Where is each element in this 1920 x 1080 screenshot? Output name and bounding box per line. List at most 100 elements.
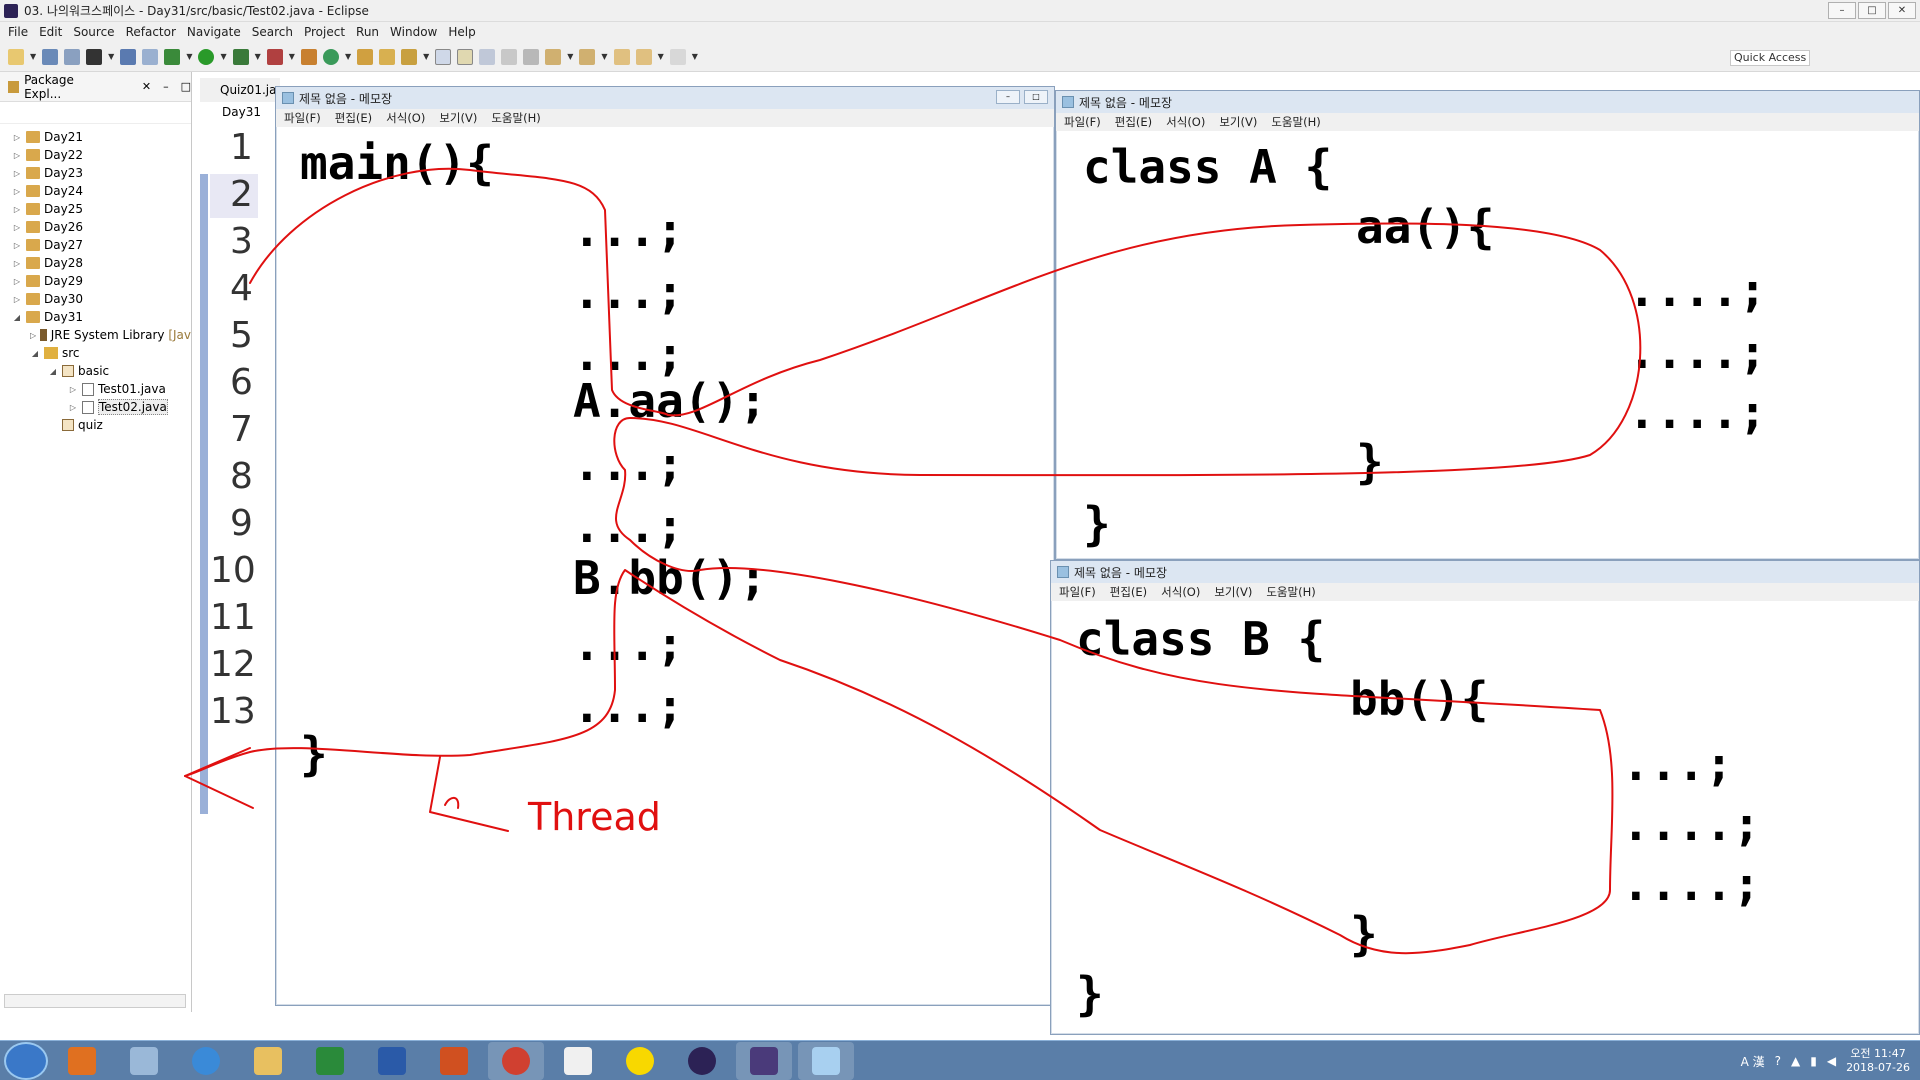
taskbar-notepad[interactable]: [798, 1041, 854, 1080]
last-edit-icon[interactable]: [613, 48, 630, 65]
chevron-down-icon[interactable]: ▼: [567, 52, 573, 61]
menu-help[interactable]: 도움말(H): [1266, 584, 1315, 600]
chevron-down-icon[interactable]: ▼: [423, 52, 429, 61]
menu-edit[interactable]: 편집(E): [1115, 114, 1152, 130]
expand-icon[interactable]: ▷: [30, 331, 36, 340]
chevron-down-icon[interactable]: ▼: [692, 52, 698, 61]
menu-file[interactable]: File: [8, 25, 28, 39]
chevron-down-icon[interactable]: ▼: [255, 52, 261, 61]
menu-edit[interactable]: Edit: [39, 25, 62, 39]
menu-edit[interactable]: 편집(E): [1110, 584, 1147, 600]
show-whitespace-icon[interactable]: [479, 48, 496, 65]
pilcrow-icon[interactable]: [523, 48, 540, 65]
taskbar-explorer[interactable]: [240, 1042, 296, 1080]
chevron-down-icon[interactable]: ▼: [108, 52, 114, 61]
skip-breakpoints-icon[interactable]: [142, 48, 159, 65]
menu-window[interactable]: Window: [390, 25, 437, 39]
clock[interactable]: 오전 11:47 2018-07-26: [1846, 1047, 1910, 1075]
expand-icon[interactable]: ▷: [68, 403, 78, 412]
tree-item-day29[interactable]: ▷ Day29: [0, 272, 191, 290]
debug-icon[interactable]: [164, 48, 181, 65]
taskbar-excel[interactable]: [302, 1042, 358, 1080]
chevron-down-icon[interactable]: ▼: [601, 52, 607, 61]
expand-icon[interactable]: ▷: [12, 151, 22, 160]
menu-view[interactable]: 보기(V): [439, 110, 477, 126]
collapse-icon[interactable]: ◢: [48, 367, 58, 376]
taskbar-kakaotalk[interactable]: [612, 1042, 668, 1080]
quick-access-field[interactable]: Quick Access: [1730, 50, 1810, 66]
close-view-icon[interactable]: ✕: [142, 80, 151, 93]
taskbar-hancom[interactable]: [550, 1042, 606, 1080]
menu-view[interactable]: 보기(V): [1214, 584, 1252, 600]
close-button[interactable]: ✕: [1888, 2, 1916, 19]
minimize-button[interactable]: –: [996, 90, 1020, 104]
notepad-text-area[interactable]: [1061, 603, 1909, 1024]
save-all-icon[interactable]: [64, 48, 81, 65]
collapse-icon[interactable]: ◢: [30, 349, 40, 358]
expand-icon[interactable]: ▷: [12, 205, 22, 214]
open-task-icon[interactable]: [379, 48, 396, 65]
expand-icon[interactable]: ▷: [12, 169, 22, 178]
new-package-icon[interactable]: [300, 48, 317, 65]
menu-help[interactable]: 도움말(H): [491, 110, 540, 126]
menu-file[interactable]: 파일(F): [284, 110, 321, 126]
editor-tab[interactable]: Quiz01.jav: [200, 78, 284, 102]
taskbar-media-player[interactable]: [54, 1042, 110, 1080]
tree-item-day30[interactable]: ▷ Day30: [0, 290, 191, 308]
expand-icon[interactable]: ▷: [12, 187, 22, 196]
expand-icon[interactable]: ▷: [12, 259, 22, 268]
tree-item-day21[interactable]: ▷ Day21: [0, 128, 191, 146]
start-button[interactable]: [4, 1041, 48, 1080]
menu-file[interactable]: 파일(F): [1059, 584, 1096, 600]
new-icon[interactable]: [8, 48, 24, 65]
tray-expand-icon[interactable]: ▲: [1791, 1054, 1800, 1068]
notepad-text-area[interactable]: [1066, 133, 1909, 549]
menu-project[interactable]: Project: [304, 25, 345, 39]
taskbar-eclipse-ee[interactable]: [736, 1041, 792, 1080]
tree-item-basic[interactable]: ◢ basic: [0, 362, 191, 380]
external-tools-icon[interactable]: [266, 48, 283, 65]
next-annotation-icon[interactable]: [545, 48, 562, 65]
menu-search[interactable]: Search: [252, 25, 293, 39]
expand-icon[interactable]: ▷: [12, 277, 22, 286]
profile-icon[interactable]: [86, 48, 103, 65]
menu-format[interactable]: 서식(O): [386, 110, 425, 126]
collapse-icon[interactable]: ◢: [12, 313, 22, 322]
chevron-down-icon[interactable]: ▼: [220, 52, 226, 61]
minimize-button[interactable]: –: [1828, 2, 1856, 19]
help-icon[interactable]: ?: [1775, 1054, 1781, 1068]
back-icon[interactable]: [635, 48, 652, 65]
menu-view[interactable]: 보기(V): [1219, 114, 1257, 130]
toggle-block-selection-icon[interactable]: [457, 48, 474, 65]
taskbar-ie[interactable]: [178, 1042, 234, 1080]
expand-icon[interactable]: ▷: [12, 241, 22, 250]
expand-icon[interactable]: ▷: [12, 295, 22, 304]
chevron-down-icon[interactable]: ▼: [186, 52, 192, 61]
tree-item-test01[interactable]: ▷ Test01.java: [0, 380, 191, 398]
search-icon[interactable]: [401, 48, 418, 65]
word-wrap-icon[interactable]: [501, 48, 518, 65]
chevron-down-icon[interactable]: ▼: [30, 52, 36, 61]
tree-item-day26[interactable]: ▷ Day26: [0, 218, 191, 236]
horizontal-scrollbar[interactable]: [4, 994, 186, 1008]
volume-icon[interactable]: ◀: [1827, 1054, 1836, 1068]
tree-item-test02[interactable]: ▷ Test02.java: [0, 398, 191, 416]
breadcrumb[interactable]: Day31: [200, 102, 280, 122]
tree-item-day27[interactable]: ▷ Day27: [0, 236, 191, 254]
tree-item-day28[interactable]: ▷ Day28: [0, 254, 191, 272]
prev-annotation-icon[interactable]: [579, 48, 596, 65]
tree-item-day25[interactable]: ▷ Day25: [0, 200, 191, 218]
coverage-icon[interactable]: [232, 48, 249, 65]
chevron-down-icon[interactable]: ▼: [658, 52, 664, 61]
tree-item-jre[interactable]: ▷ JRE System Library [Jav: [0, 326, 191, 344]
forward-icon[interactable]: [669, 48, 686, 65]
menu-source[interactable]: Source: [73, 25, 114, 39]
toggle-mark-occurrences-icon[interactable]: [435, 48, 452, 65]
tree-item-quiz[interactable]: quiz: [0, 416, 191, 434]
taskbar-chrome[interactable]: [488, 1041, 544, 1080]
menu-format[interactable]: 서식(O): [1161, 584, 1200, 600]
tree-item-day23[interactable]: ▷ Day23: [0, 164, 191, 182]
tree-item-day22[interactable]: ▷ Day22: [0, 146, 191, 164]
ime-indicator[interactable]: A 漢: [1741, 1053, 1765, 1070]
maximize-button[interactable]: □: [1024, 90, 1048, 104]
